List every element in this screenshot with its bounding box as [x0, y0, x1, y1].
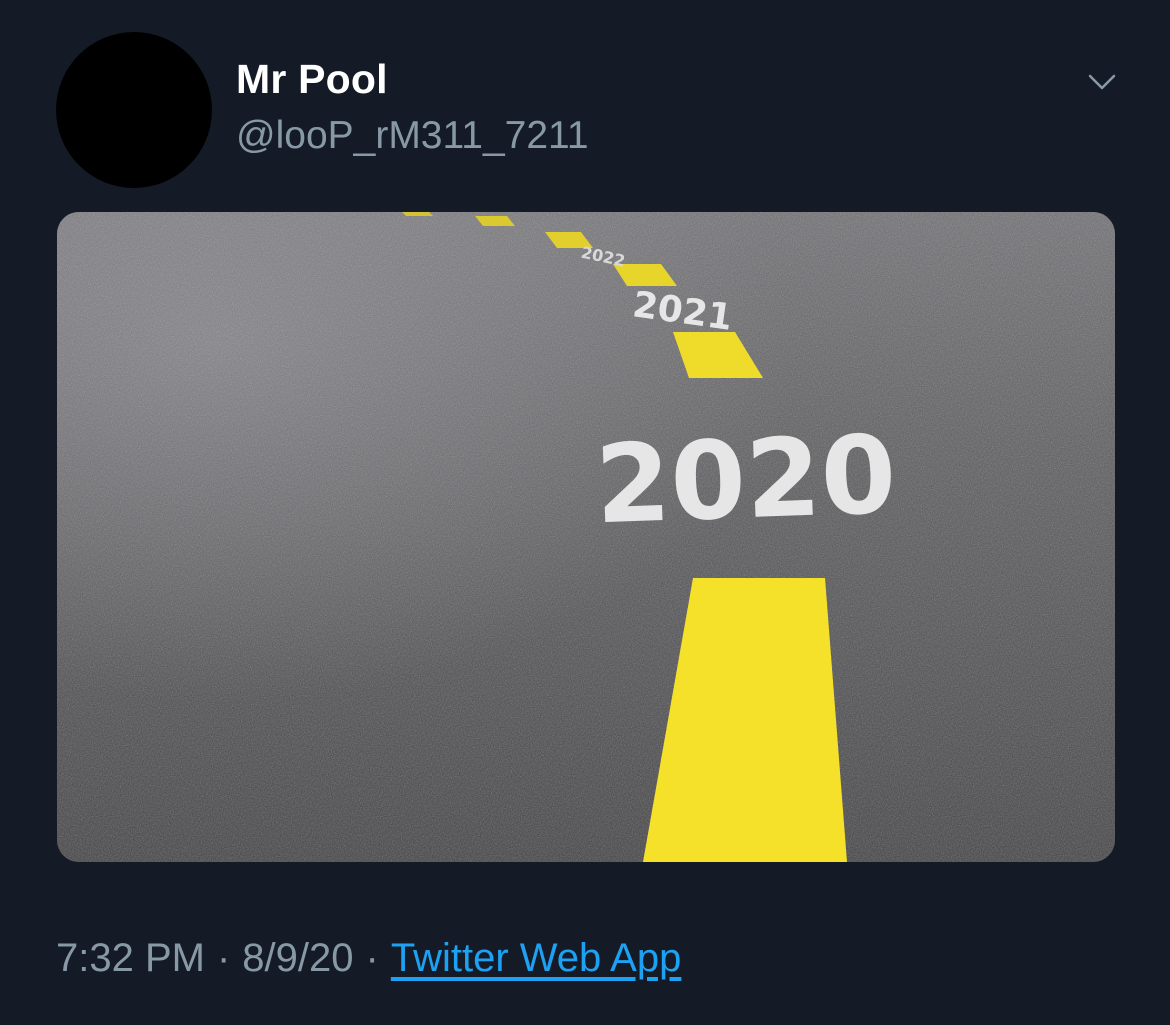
road-line-dash: [402, 212, 433, 216]
avatar[interactable]: [56, 32, 212, 188]
more-options-button[interactable]: [1076, 56, 1128, 108]
tweet-date[interactable]: 8/9/20: [242, 936, 353, 981]
tweet-image[interactable]: 2020 2021 2022: [57, 212, 1115, 862]
tweet-time[interactable]: 7:32 PM: [56, 936, 205, 981]
separator-dot: ·: [216, 936, 231, 980]
chevron-down-icon: [1088, 74, 1116, 90]
separator-dot: ·: [365, 936, 379, 980]
road-photo: 2020 2021 2022: [57, 212, 1115, 862]
user-handle[interactable]: @looP_rM311_7211: [236, 114, 589, 158]
source-link[interactable]: Twitter Web App: [391, 936, 682, 981]
tweet-metadata: 7:32 PM · 8/9/20 · Twitter Web App: [56, 936, 681, 981]
road-label-2020: 2020: [593, 413, 898, 548]
display-name[interactable]: Mr Pool: [236, 56, 388, 103]
tweet-card: Mr Pool @looP_rM311_7211 2020 2021 2022 …: [0, 0, 1170, 1025]
